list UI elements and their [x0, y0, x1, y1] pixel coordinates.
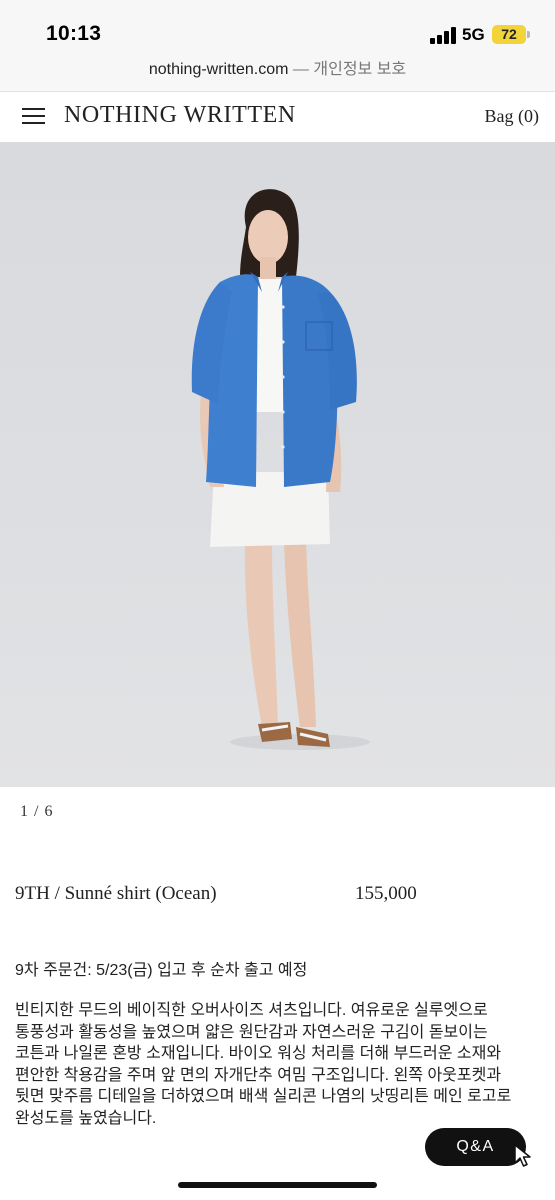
cellular-signal-icon: [430, 27, 456, 44]
model-photo-illustration: [191, 189, 370, 750]
description-line: 통풍성과 활동성을 높였으며 얇은 원단감과 자연스러운 구김이 돋보이는: [15, 1023, 488, 1041]
description-line: 편안한 착용감을 주며 앞 면의 자개단추 여밈 구조입니다. 왼쪽 아웃포켓과: [15, 1066, 502, 1084]
network-type: 5G: [462, 25, 485, 44]
product-name: 9TH / Sunné shirt (Ocean): [15, 883, 217, 904]
qa-button[interactable]: Q&A: [425, 1128, 526, 1166]
image-counter: 1 / 6: [20, 803, 54, 820]
status-bar: 10:13 5G 72: [0, 0, 555, 58]
description-line: 완성도를 높였습니다.: [15, 1109, 157, 1127]
home-indicator[interactable]: [178, 1182, 377, 1188]
brand-logo[interactable]: NOTHING WRITTEN: [64, 102, 296, 129]
battery-tip: [527, 31, 530, 38]
status-time: 10:13: [46, 22, 102, 45]
url-privacy-label: 개인정보 보호: [313, 61, 407, 78]
bag-link[interactable]: Bag (0): [485, 106, 539, 127]
mouse-pointer-icon: [514, 1144, 531, 1167]
description-line: 뒷면 맞주름 디테일을 더하였으며 배색 실리콘 나염의 낫띵리튼 메인 로고로: [15, 1088, 512, 1105]
description-line: 빈티지한 무드의 베이직한 오버사이즈 셔츠입니다. 여유로운 실루엣으로: [15, 1002, 488, 1019]
url-separator: —: [292, 61, 309, 78]
product-price: 155,000: [355, 883, 417, 904]
battery-icon: 72: [492, 25, 526, 44]
site-header: NOTHING WRITTEN Bag (0): [0, 92, 555, 142]
product-description: 빈티지한 무드의 베이직한 오버사이즈 셔츠입니다. 여유로운 실루엣으로 통풍…: [15, 1000, 540, 1129]
address-bar[interactable]: nothing-written.com — 개인정보 보호: [0, 58, 555, 92]
order-notice: 9차 주문건: 5/23(금) 입고 후 순차 출고 예정: [15, 962, 308, 979]
description-line: 코튼과 나일론 혼방 소재입니다. 바이오 워싱 처리를 더해 부드러운 소재와: [15, 1045, 502, 1062]
url-domain: nothing-written.com: [148, 61, 289, 78]
product-image[interactable]: [0, 142, 555, 787]
hamburger-menu-icon[interactable]: [22, 106, 45, 126]
